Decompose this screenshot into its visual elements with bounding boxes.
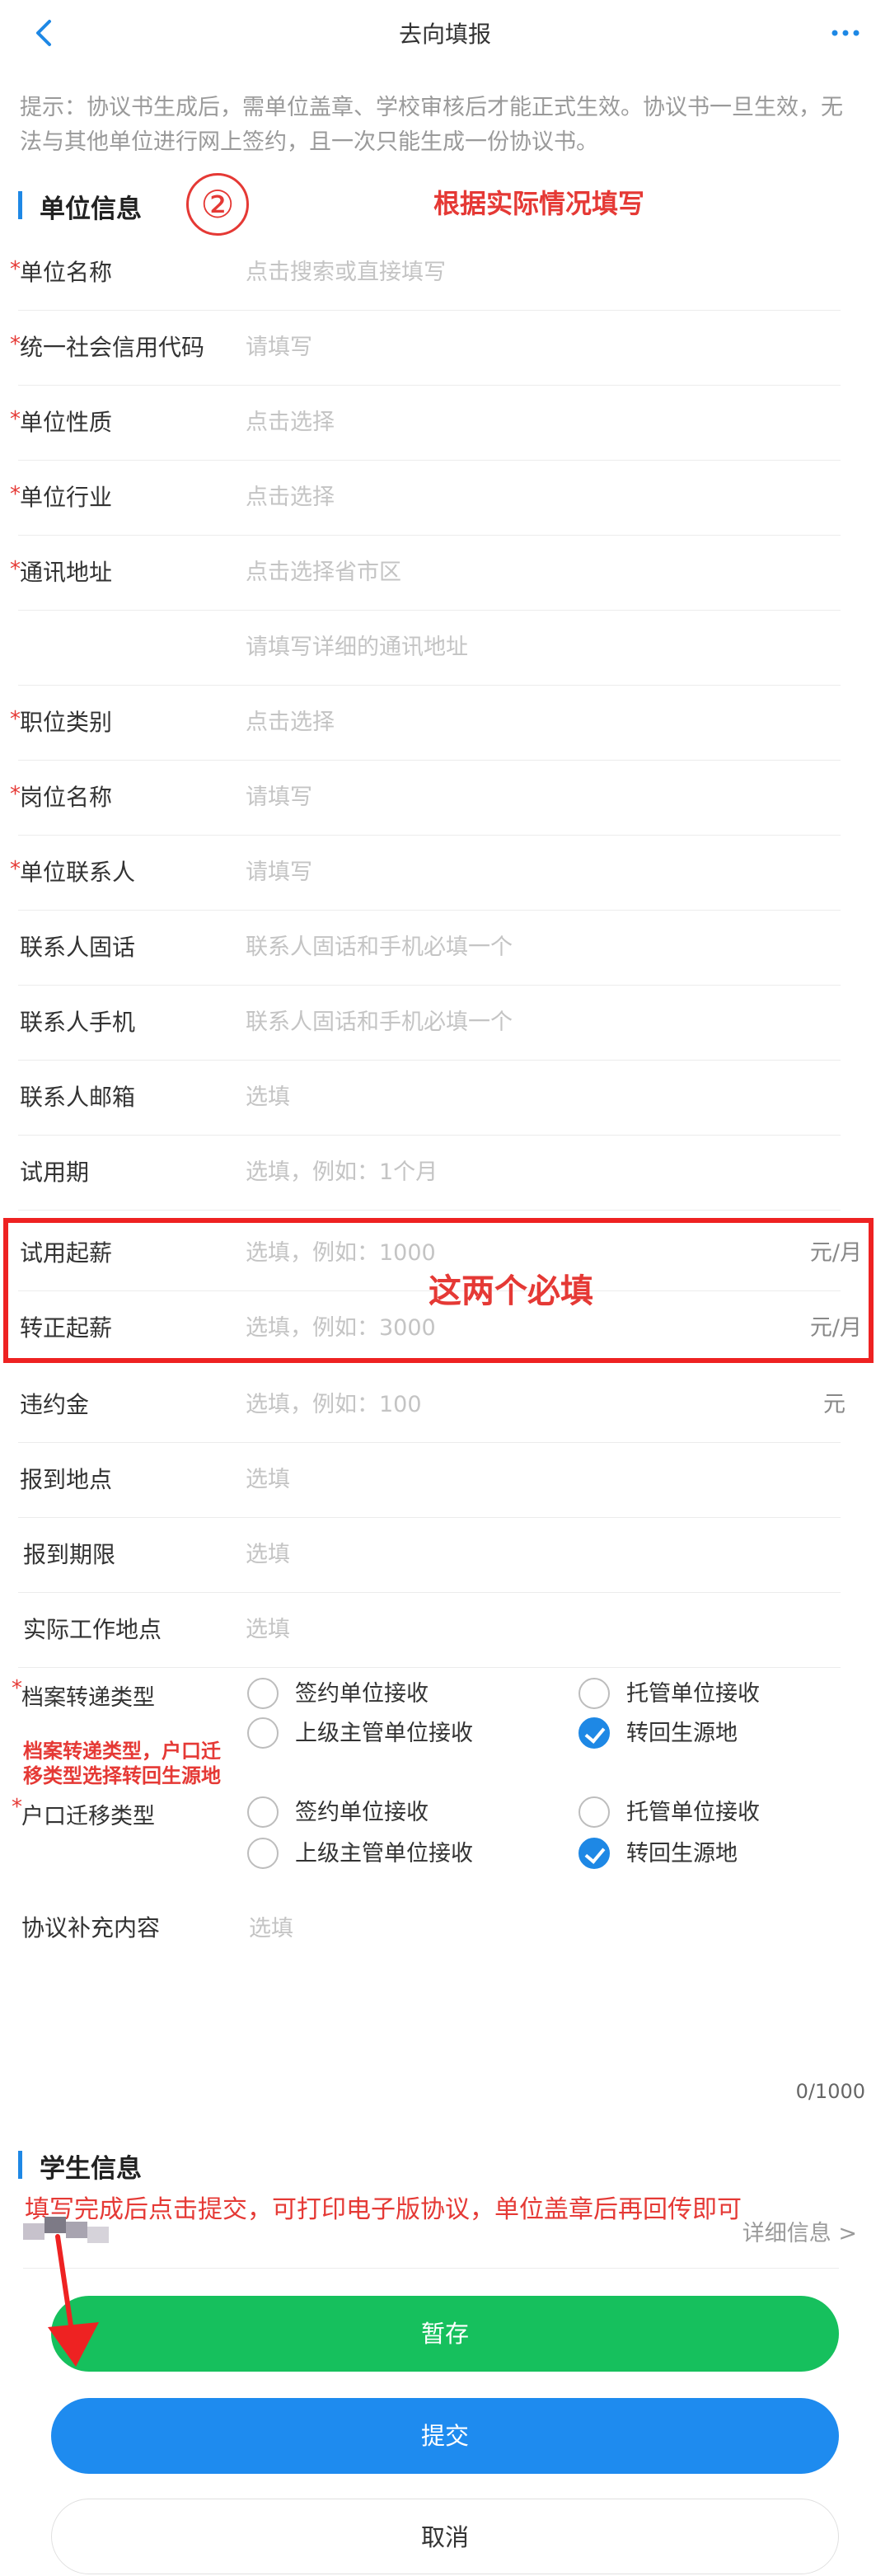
section-accent-bar	[18, 191, 22, 219]
salary-required-annotation: 这两个必填	[429, 1272, 593, 1310]
more-options-icon[interactable]	[829, 20, 862, 44]
field-label: 联系人邮箱	[20, 1084, 136, 1111]
field-placeholder: 选填	[246, 1542, 290, 1567]
field-label: 职位类别	[20, 709, 113, 736]
student-info-title: 学生信息	[40, 2154, 142, 2184]
detail-info-link[interactable]: 详细信息 >	[742, 2215, 857, 2247]
radio-unchecked-icon	[247, 1838, 279, 1869]
field-label: 单位行业	[20, 484, 113, 511]
field-placeholder: 联系人固话和手机必填一个	[246, 1009, 513, 1035]
field-label: 实际工作地点	[23, 1616, 162, 1643]
field-probation[interactable]: 试用期 选填，例如：1个月	[18, 1136, 841, 1211]
radio-checked-icon	[578, 1838, 610, 1869]
field-label: 单位联系人	[20, 859, 136, 886]
field-placeholder: 选填，例如：1个月	[246, 1159, 438, 1185]
field-placeholder: 选填	[246, 1617, 290, 1642]
field-unit-industry[interactable]: * 单位行业 点击选择	[10, 461, 841, 536]
field-unit-nature[interactable]: * 单位性质 点击选择	[10, 386, 841, 461]
required-mark: *	[10, 407, 21, 432]
field-placeholder: 联系人固话和手机必填一个	[246, 934, 513, 960]
supplement-label: 协议补充内容	[21, 1914, 161, 1941]
required-mark: *	[12, 1676, 22, 1701]
field-label: 试用期	[20, 1159, 90, 1186]
field-label: 通讯地址	[20, 559, 113, 586]
radio-unchecked-icon	[578, 1678, 610, 1709]
field-address-region[interactable]: * 通讯地址 点击选择省市区	[10, 536, 841, 611]
required-mark: *	[10, 482, 21, 507]
field-unit-name[interactable]: * 单位名称 点击搜索或直接填写	[10, 236, 841, 311]
required-mark: *	[10, 332, 21, 357]
field-placeholder: 请填写	[246, 785, 312, 810]
field-placeholder: 点击选择	[246, 410, 335, 435]
field-unit-contact[interactable]: * 单位联系人 请填写	[10, 836, 841, 911]
field-placeholder: 请填写	[246, 335, 312, 360]
fill-actual-annotation: 根据实际情况填写	[433, 188, 645, 219]
divider	[23, 2268, 839, 2269]
field-placeholder: 请填写	[246, 859, 312, 885]
radio-checked-icon	[578, 1717, 610, 1749]
radio-unchecked-icon	[247, 1678, 279, 1709]
page-title: 去向填报	[398, 21, 491, 48]
step-number-annotation: ②	[186, 173, 249, 236]
unit-label: 元	[823, 1392, 846, 1417]
field-address-detail[interactable]: 请填写详细的通讯地址	[18, 611, 841, 686]
field-placeholder: 请填写详细的通讯地址	[246, 635, 468, 660]
field-contact-landline[interactable]: 联系人固话 联系人固话和手机必填一个	[18, 911, 841, 986]
field-label: 岗位名称	[20, 784, 113, 811]
field-placeholder: 选填	[246, 1467, 290, 1492]
unit-info-title: 单位信息	[40, 194, 142, 224]
save-draft-button[interactable]: 暂存	[51, 2296, 839, 2372]
required-mark: *	[10, 257, 21, 282]
field-placeholder: 点击选择	[246, 485, 335, 510]
hukou-transfer-label: * 户口迁移类型	[12, 1795, 155, 1829]
field-placeholder: 点击选择省市区	[246, 560, 401, 585]
notice-hint: 提示：协议书生成后，需单位盖章、学校审核后才能正式生效。协议书一旦生效，无法与其…	[20, 95, 843, 155]
field-penalty[interactable]: 违约金 选填，例如：100 元	[18, 1368, 846, 1443]
required-mark: *	[10, 857, 21, 882]
field-label: 报到期限	[23, 1541, 116, 1568]
field-label: 单位性质	[20, 409, 113, 436]
field-label: 联系人固话	[20, 934, 136, 961]
submit-annotation: 填写完成后点击提交，可打印电子版协议，单位盖章后再回传即可	[25, 2195, 742, 2224]
field-placeholder: 选填	[246, 1084, 290, 1110]
field-contact-mobile[interactable]: 联系人手机 联系人固话和手机必填一个	[18, 986, 841, 1061]
field-report-place[interactable]: 报到地点 选填	[18, 1443, 841, 1518]
section-accent-bar	[18, 2151, 22, 2179]
radio-unchecked-icon	[247, 1717, 279, 1749]
red-arrow-annotation	[48, 2234, 99, 2367]
field-work-location[interactable]: 实际工作地点 选填	[18, 1593, 841, 1668]
field-label: 违约金	[20, 1391, 90, 1418]
field-report-deadline[interactable]: 报到期限 选填	[18, 1518, 841, 1593]
cancel-button[interactable]: 取消	[51, 2499, 839, 2574]
supplement-textarea[interactable]: 选填	[249, 1910, 293, 1942]
field-label: 联系人手机	[20, 1009, 136, 1036]
char-counter: 0/1000	[795, 2080, 865, 2103]
field-credit-code[interactable]: * 统一社会信用代码 请填写	[10, 311, 841, 386]
submit-button[interactable]: 提交	[51, 2398, 839, 2474]
field-label: 单位名称	[20, 259, 113, 286]
top-bar: 去向填报	[0, 0, 890, 66]
field-placeholder: 点击选择	[246, 710, 335, 735]
field-label: 报到地点	[20, 1466, 113, 1493]
required-mark: *	[12, 1795, 22, 1820]
field-placeholder: 点击搜索或直接填写	[246, 260, 446, 285]
field-position-name[interactable]: * 岗位名称 请填写	[10, 761, 841, 836]
field-contact-email[interactable]: 联系人邮箱 选填	[18, 1061, 841, 1136]
transfer-annotation: 档案转递类型，户口迁 移类型选择转回生源地	[23, 1740, 221, 1787]
archive-transfer-label: * 档案转递类型	[12, 1676, 155, 1711]
field-job-category[interactable]: * 职位类别 点击选择	[10, 686, 841, 761]
field-placeholder: 选填，例如：100	[246, 1392, 422, 1417]
radio-unchecked-icon	[578, 1796, 610, 1828]
required-mark: *	[10, 707, 21, 732]
required-mark: *	[10, 557, 21, 582]
required-mark: *	[10, 782, 21, 807]
field-label: 统一社会信用代码	[20, 334, 205, 361]
radio-unchecked-icon	[247, 1796, 279, 1828]
